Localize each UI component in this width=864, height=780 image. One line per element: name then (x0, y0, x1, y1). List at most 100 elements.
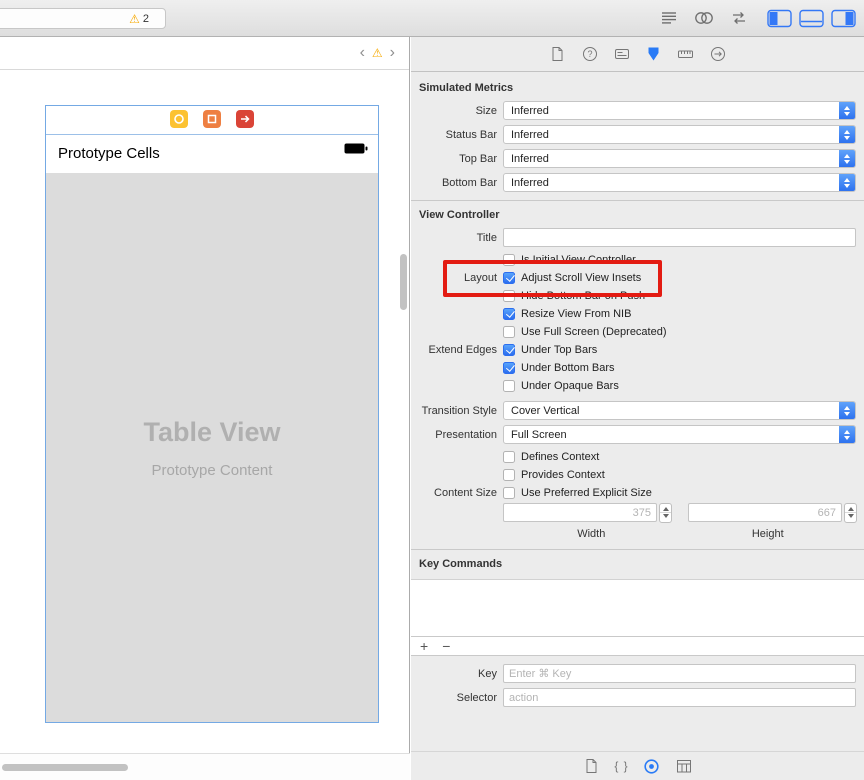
first-responder-icon[interactable] (203, 109, 221, 131)
width-stepper[interactable] (659, 502, 672, 523)
field-label: Bottom Bar (441, 176, 497, 189)
svg-text:?: ? (587, 49, 592, 59)
toggle-navigator-button[interactable] (766, 8, 792, 28)
field-label: Selector (456, 691, 497, 704)
toggle-inspectors-button[interactable] (830, 8, 856, 28)
check-row-defines-context: Defines Context (411, 449, 856, 464)
popup-arrows-icon (839, 402, 855, 419)
inspector-content: Simulated Metrics Size Inferred Status B… (411, 72, 864, 707)
assistant-editor-button[interactable] (691, 8, 717, 28)
checkbox[interactable] (503, 325, 515, 338)
title-row: Title (411, 228, 856, 247)
battery-icon (344, 143, 368, 157)
key-field[interactable] (503, 664, 856, 683)
status-bar-popup[interactable]: Inferred (503, 125, 856, 144)
xcode-window: ⚠ 2 ‹ ⚠ › Prototype Cells Table View Pro… (0, 0, 864, 780)
popup-arrows-icon (839, 102, 855, 119)
check-row-resize-view: Resize View From NIB (411, 306, 856, 321)
add-key-command-button[interactable]: + (420, 639, 428, 653)
standard-editor-button[interactable] (656, 8, 682, 28)
height-stepper[interactable] (844, 502, 857, 523)
popup-arrows-icon (839, 150, 855, 167)
height-field[interactable] (688, 503, 842, 522)
height-group (688, 502, 857, 523)
key-row: Key (411, 664, 856, 683)
checkbox[interactable] (503, 307, 515, 320)
title-field[interactable] (503, 228, 856, 247)
metric-row-top-bar: Top Bar Inferred (411, 149, 856, 168)
key-commands-table[interactable] (411, 579, 864, 637)
panel-toggle-buttons (766, 8, 856, 28)
checkbox[interactable] (503, 289, 515, 302)
media-library-icon[interactable] (675, 757, 693, 775)
file-inspector-tab[interactable] (549, 45, 567, 63)
horizontal-scrollbar[interactable] (2, 764, 128, 771)
size-popup[interactable]: Inferred (503, 101, 856, 120)
checkbox[interactable] (503, 361, 515, 374)
library-bar: { } (411, 751, 864, 780)
exit-icon[interactable] (236, 109, 254, 131)
metric-row-status-bar: Status Bar Inferred (411, 125, 856, 144)
top-bar-popup[interactable]: Inferred (503, 149, 856, 168)
popup-arrows-icon (839, 126, 855, 143)
attributes-inspector-tab-selected[interactable] (645, 45, 663, 63)
checkbox-label: Provides Context (521, 468, 605, 481)
table-view-subtitle: Prototype Content (151, 461, 273, 479)
checkbox[interactable] (503, 271, 515, 284)
view-controller-scene[interactable]: Prototype Cells Table View Prototype Con… (45, 105, 379, 723)
checkbox-label: Is Initial View Controller (521, 253, 636, 266)
presentation-popup[interactable]: Full Screen (503, 425, 856, 444)
width-field[interactable] (503, 503, 657, 522)
quick-help-tab[interactable]: ? (581, 45, 599, 63)
check-row-adjust-scroll-insets: Layout Adjust Scroll View Insets (411, 260, 856, 297)
checkbox-label: Under Top Bars (521, 343, 598, 356)
editor-mode-buttons (656, 8, 752, 28)
selector-field[interactable] (503, 688, 856, 707)
warning-count: 2 (142, 12, 149, 25)
file-template-library-icon[interactable] (582, 757, 600, 775)
height-label: Height (751, 528, 784, 540)
popup-value: Inferred (511, 152, 549, 165)
toggle-debug-area-button[interactable] (798, 8, 824, 28)
transition-style-row: Transition Style Cover Vertical (411, 401, 856, 420)
size-inspector-tab[interactable] (677, 45, 695, 63)
field-label: Content Size (434, 486, 497, 499)
presentation-row: Presentation Full Screen (411, 425, 856, 444)
popup-value: Full Screen (511, 428, 567, 441)
check-row-provides-context: Provides Context (411, 467, 856, 482)
object-library-icon-selected[interactable] (643, 757, 661, 775)
table-view-body[interactable]: Table View Prototype Content (46, 173, 378, 722)
back-arrow[interactable]: ‹ (360, 45, 365, 61)
version-editor-button[interactable] (726, 8, 752, 28)
popup-value: Cover Vertical (511, 404, 580, 417)
remove-key-command-button[interactable]: − (442, 639, 450, 653)
check-row-full-screen: Use Full Screen (Deprecated) (411, 324, 856, 339)
checkbox[interactable] (503, 450, 515, 463)
identity-inspector-tab[interactable] (613, 45, 631, 63)
view-controller-icon[interactable] (170, 109, 188, 131)
checkbox[interactable] (503, 468, 515, 481)
forward-arrow[interactable]: › (390, 45, 395, 61)
check-row-under-opaque-bars: Under Opaque Bars (411, 378, 856, 393)
code-snippet-library-icon[interactable]: { } (614, 759, 628, 773)
transition-style-popup[interactable]: Cover Vertical (503, 401, 856, 420)
checkbox[interactable] (503, 486, 515, 499)
checkbox[interactable] (503, 253, 515, 266)
activity-viewer[interactable]: ⚠ 2 (0, 8, 166, 29)
popup-value: Inferred (511, 128, 549, 141)
issue-warning-icon[interactable]: ⚠ (372, 47, 383, 59)
vertical-scrollbar[interactable] (400, 254, 407, 310)
connections-inspector-tab[interactable] (709, 45, 727, 63)
field-label: Title (476, 231, 497, 244)
field-label: Presentation (435, 428, 497, 441)
checkbox[interactable] (503, 379, 515, 392)
check-row-under-top-bars: Extend Edges Under Top Bars (411, 342, 856, 357)
checkbox-label: Hide Bottom Bar on Push (521, 289, 646, 302)
jump-bar: ‹ ⚠ › (0, 37, 409, 70)
key-commands-toolbar: + − (411, 637, 864, 656)
checkbox[interactable] (503, 343, 515, 356)
canvas-pane: ‹ ⚠ › Prototype Cells Table View Prototy… (0, 37, 410, 780)
toolbar: ⚠ 2 (0, 0, 864, 37)
width-label: Width (577, 528, 606, 540)
bottom-bar-popup[interactable]: Inferred (503, 173, 856, 192)
